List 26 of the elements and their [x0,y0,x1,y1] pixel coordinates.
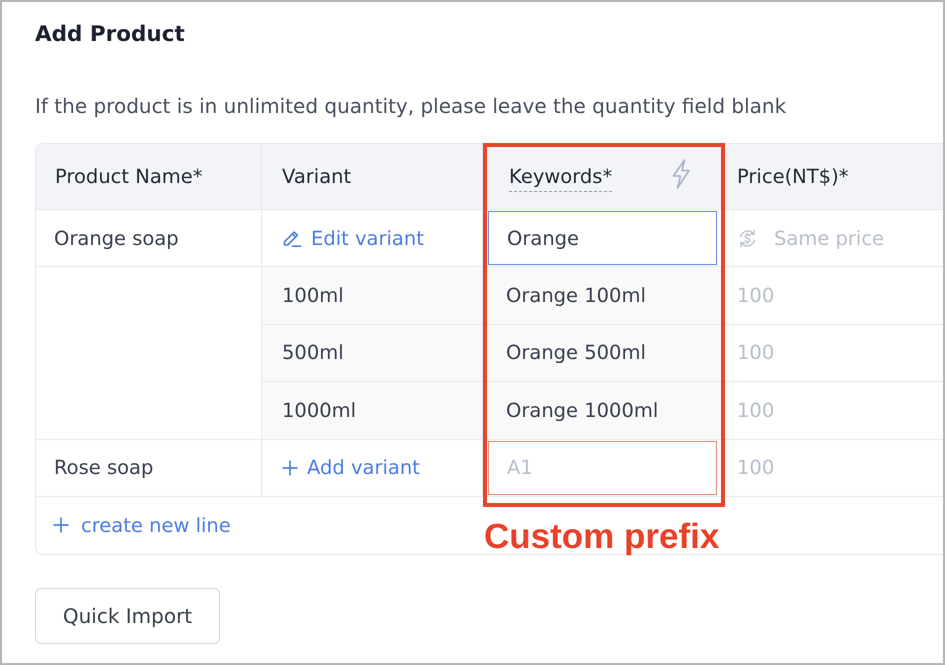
add-variant-link[interactable]: Add variant [282,456,420,480]
create-new-line-link[interactable]: create new line [53,514,231,537]
notice-text: If the product is in unlimited quantity, please leave the quantity field blank [35,93,786,119]
table-cell: Orange soap [36,210,262,268]
keyword-field[interactable]: A1 [488,440,717,495]
table-cell: 100ml [262,267,483,325]
column-title: Product Name* [55,165,203,188]
table-cell: 500ml [262,324,483,382]
price-field[interactable]: 100 [737,382,943,439]
edit-variant-link[interactable]: Edit variant [282,226,424,250]
price-field[interactable]: Same price [774,210,943,266]
plus-icon [282,460,298,476]
annotation-label: Custom prefix [484,517,720,557]
column-title: Price(NT$)* [737,165,848,188]
table-cell: Rose soap [36,440,262,497]
table-cell: 1000ml [262,382,483,440]
column-title: Variant [282,165,352,188]
dialog-title: Add Product [35,21,185,49]
price-field[interactable]: 100 [737,267,943,324]
price-field[interactable]: 100 [737,324,943,382]
column-title: Keywords* [509,165,612,192]
plus-icon [53,517,69,534]
lightning-icon[interactable] [670,158,692,188]
keyword-field[interactable]: Orange [488,211,717,266]
price-field[interactable]: 100 [737,440,943,496]
quick-import-button[interactable]: Quick Import [35,588,220,644]
